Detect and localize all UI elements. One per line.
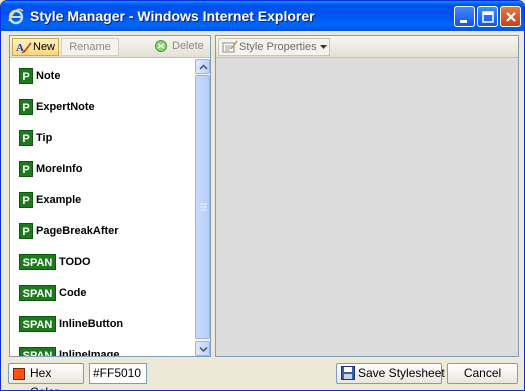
chevron-up-icon bbox=[199, 64, 208, 70]
style-list: P Note P ExpertNote P Tip P MoreInfo P Exampl… bbox=[10, 59, 195, 356]
style-properties-dropdown[interactable]: Style Properties bbox=[218, 38, 330, 56]
style-name: Tip bbox=[36, 132, 53, 144]
title-bar[interactable]: Style Manager - Windows Internet Explore… bbox=[1, 1, 524, 31]
paragraph-badge: P bbox=[19, 99, 33, 115]
scroll-down-button[interactable] bbox=[195, 341, 210, 356]
minimize-button[interactable] bbox=[454, 6, 475, 27]
style-list-scrollbar[interactable] bbox=[195, 59, 210, 356]
style-name: Note bbox=[36, 70, 61, 82]
list-item[interactable]: SPAN TODO bbox=[19, 254, 91, 270]
list-item[interactable]: P Note bbox=[19, 68, 60, 84]
paragraph-badge: P bbox=[19, 161, 33, 177]
style-name: InlineImage bbox=[59, 349, 120, 356]
span-badge: SPAN bbox=[19, 254, 56, 270]
floppy-disk-icon bbox=[341, 366, 355, 380]
list-item[interactable]: SPAN Code bbox=[19, 285, 87, 301]
style-name: Example bbox=[36, 194, 82, 206]
style-properties-label: Style Properties bbox=[239, 41, 317, 53]
style-name: ExpertNote bbox=[36, 101, 95, 113]
properties-icon bbox=[222, 40, 238, 53]
style-name: MoreInfo bbox=[36, 163, 83, 175]
style-name: TODO bbox=[59, 256, 91, 268]
list-item[interactable]: P PageBreakAfter bbox=[19, 223, 119, 239]
styles-panel: A New Rename Delete P Note P ExpertNote … bbox=[9, 35, 211, 357]
style-name: PageBreakAfter bbox=[36, 225, 119, 237]
new-style-label: New bbox=[33, 41, 56, 53]
save-stylesheet-button[interactable]: Save Stylesheet bbox=[336, 363, 445, 384]
span-badge: SPAN bbox=[19, 347, 56, 356]
hex-color-button[interactable]: Hex Color bbox=[8, 363, 84, 390]
delete-style-button[interactable]: Delete bbox=[150, 38, 208, 56]
list-item[interactable]: P Example bbox=[19, 192, 81, 208]
scroll-thumb[interactable] bbox=[195, 75, 210, 339]
list-item[interactable]: SPAN InlineButton bbox=[19, 316, 123, 332]
style-name: Code bbox=[59, 287, 87, 299]
list-item[interactable]: P Tip bbox=[19, 130, 52, 146]
color-swatch bbox=[13, 368, 25, 380]
paragraph-badge: P bbox=[19, 223, 33, 239]
paragraph-badge: P bbox=[19, 68, 33, 84]
internet-explorer-icon bbox=[8, 8, 24, 25]
close-icon bbox=[506, 12, 516, 22]
caret-down-icon bbox=[320, 45, 327, 49]
paragraph-badge: P bbox=[19, 130, 33, 146]
window-title: Style Manager - Windows Internet Explore… bbox=[30, 8, 315, 24]
minimize-icon bbox=[460, 20, 467, 23]
delete-icon bbox=[155, 40, 167, 52]
list-item[interactable]: SPAN InlineImage bbox=[19, 347, 120, 356]
span-badge: SPAN bbox=[19, 316, 56, 332]
scroll-up-button[interactable] bbox=[195, 59, 210, 74]
new-style-icon: A bbox=[16, 42, 32, 54]
close-button[interactable] bbox=[500, 6, 521, 27]
paragraph-badge: P bbox=[19, 192, 33, 208]
delete-style-label: Delete bbox=[172, 40, 204, 52]
list-item[interactable]: P ExpertNote bbox=[19, 99, 95, 115]
rename-style-label: Rename bbox=[69, 41, 111, 53]
hex-color-label: Hex Color bbox=[30, 366, 59, 390]
style-properties-panel: Style Properties bbox=[215, 35, 519, 357]
chevron-down-icon bbox=[199, 346, 208, 353]
new-style-button[interactable]: A New bbox=[12, 38, 59, 56]
maximize-button[interactable] bbox=[477, 6, 498, 27]
cancel-button[interactable]: Cancel bbox=[447, 363, 518, 384]
properties-toolbar: Style Properties bbox=[216, 36, 518, 58]
styles-toolbar: A New Rename Delete bbox=[10, 36, 210, 58]
hex-color-input[interactable]: #FF5010 bbox=[89, 363, 147, 384]
style-manager-window: Style Manager - Windows Internet Explore… bbox=[0, 0, 525, 391]
rename-style-button[interactable]: Rename bbox=[61, 38, 119, 56]
span-badge: SPAN bbox=[19, 285, 56, 301]
save-stylesheet-label: Save Stylesheet bbox=[358, 366, 445, 380]
list-item[interactable]: P MoreInfo bbox=[19, 161, 82, 177]
maximize-icon bbox=[482, 11, 494, 23]
style-name: InlineButton bbox=[59, 318, 124, 330]
grip-icon bbox=[200, 203, 207, 211]
